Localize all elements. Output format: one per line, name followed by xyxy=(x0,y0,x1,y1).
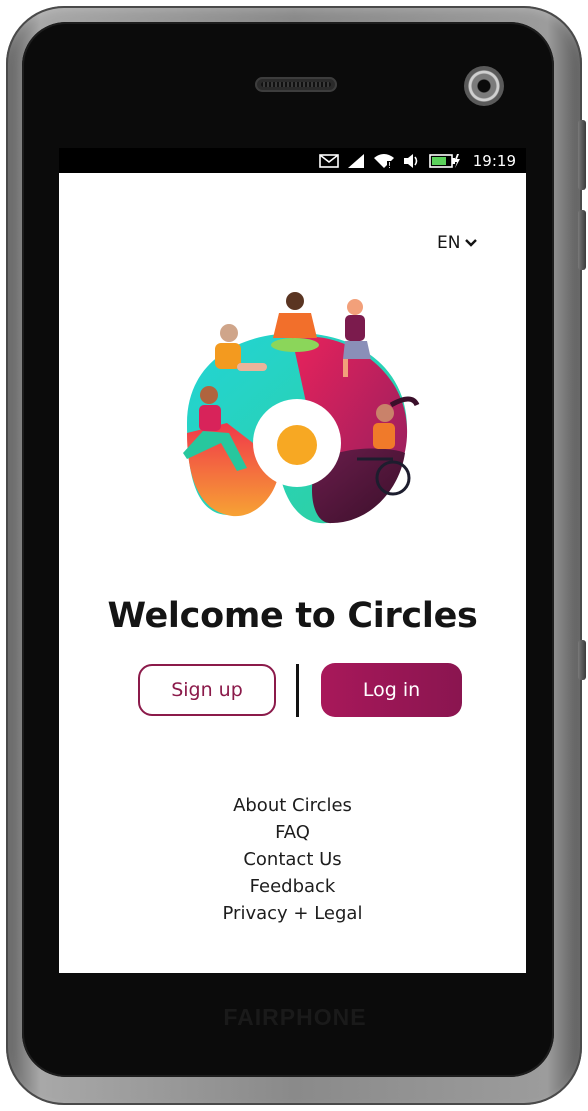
front-camera xyxy=(464,66,504,106)
status-bar: ! 19:19 xyxy=(59,148,526,173)
language-selector[interactable]: EN xyxy=(437,231,478,255)
language-label: EN xyxy=(437,233,461,253)
welcome-title: Welcome to Circles xyxy=(107,596,478,636)
wifi-icon: ! xyxy=(373,153,395,169)
app-screen: ! 19:19 EN Welcome to Circles Sign up Lo… xyxy=(59,148,526,973)
privacy-legal-link[interactable]: Privacy + Legal xyxy=(223,900,363,927)
person-meditating xyxy=(271,292,319,352)
faq-link[interactable]: FAQ xyxy=(275,819,310,846)
battery-charging-icon xyxy=(428,153,461,169)
power-button xyxy=(578,210,586,270)
earpiece-speaker xyxy=(255,77,337,92)
button-divider xyxy=(296,664,299,717)
log-in-button[interactable]: Log in xyxy=(321,663,462,717)
footer-links: About Circles FAQ Contact Us Feedback Pr… xyxy=(59,792,526,927)
contact-link[interactable]: Contact Us xyxy=(243,846,341,873)
volume-button xyxy=(578,120,586,190)
feedback-link[interactable]: Feedback xyxy=(250,873,336,900)
signal-icon xyxy=(347,153,365,169)
device-brand-label: FAIRPHONE xyxy=(223,1004,367,1030)
volume-icon xyxy=(403,153,421,169)
svg-text:!: ! xyxy=(388,161,391,169)
mail-icon xyxy=(318,153,339,168)
chevron-down-icon xyxy=(464,233,478,253)
camera-button xyxy=(578,640,586,680)
status-time: 19:19 xyxy=(472,151,516,170)
circles-illustration xyxy=(167,283,427,543)
sign-up-button[interactable]: Sign up xyxy=(138,664,276,716)
about-link[interactable]: About Circles xyxy=(233,792,352,819)
